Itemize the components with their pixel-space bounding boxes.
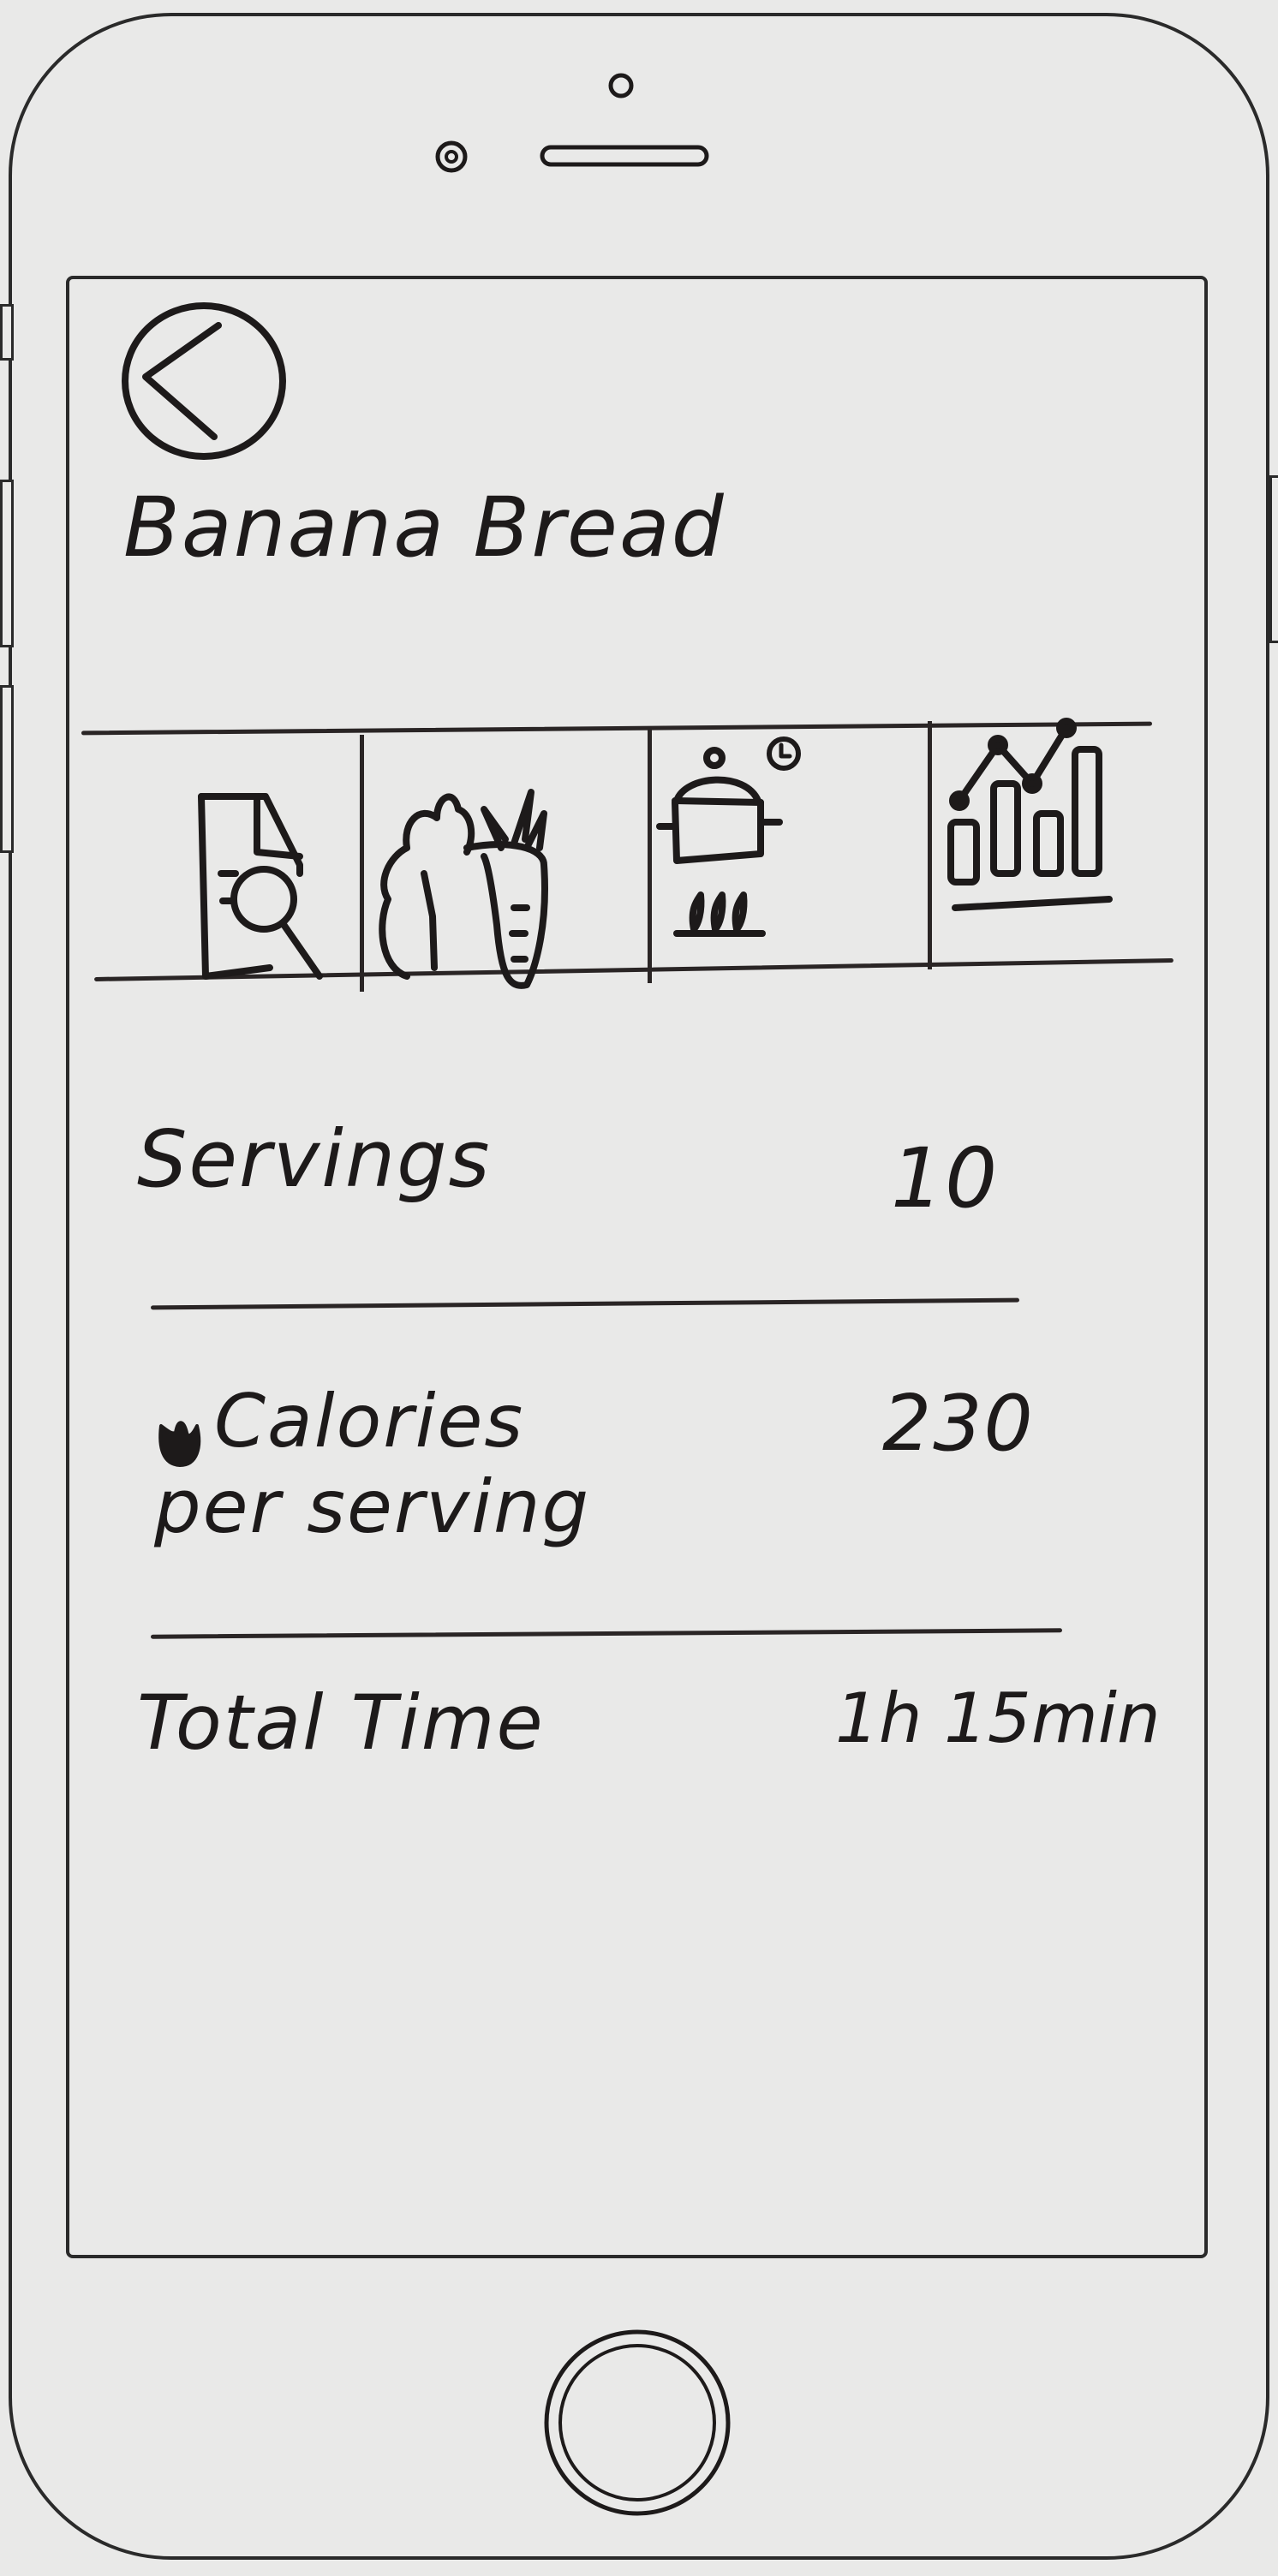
- front-camera-icon: [435, 140, 468, 173]
- volume-down-button: [0, 685, 14, 853]
- proximity-sensor: [608, 73, 634, 98]
- page-title: Banana Bread: [123, 480, 726, 575]
- tab-recipe-details[interactable]: [163, 771, 360, 980]
- tab-nutrition[interactable]: [938, 711, 1195, 951]
- cooking-pot-timer-icon: [656, 736, 801, 937]
- vegetables-icon: [379, 789, 548, 989]
- document-search-icon: [198, 793, 323, 980]
- bar-line-chart-icon: [947, 718, 1113, 911]
- calories-label-line2: per serving: [154, 1464, 591, 1550]
- total-time-value: 1h 15min: [835, 1679, 1161, 1758]
- calories-value: 230: [882, 1379, 1035, 1469]
- servings-value: 10: [891, 1130, 1000, 1226]
- timer-icon: [767, 736, 801, 771]
- silent-switch: [0, 304, 14, 361]
- back-button[interactable]: [120, 300, 291, 462]
- tab-divider: [648, 726, 652, 983]
- tab-ingredients[interactable]: [373, 754, 647, 989]
- flame-icon: [158, 1421, 201, 1467]
- speaker-grille: [540, 145, 709, 167]
- home-button[interactable]: [540, 2325, 737, 2522]
- tab-cooking[interactable]: [656, 724, 925, 963]
- servings-row: Servings 10: [137, 1113, 1062, 1233]
- power-button: [1269, 475, 1278, 643]
- tab-divider: [360, 735, 364, 992]
- volume-up-button: [0, 480, 14, 647]
- calories-label-line1: Calories: [214, 1379, 525, 1464]
- chevron-left-circle-icon: [122, 302, 286, 460]
- calories-row: Calories per serving 230: [137, 1362, 1096, 1576]
- tab-divider: [928, 721, 932, 969]
- phone-top-sensors: [435, 73, 709, 173]
- servings-label: Servings: [137, 1113, 492, 1205]
- total-time-row: Total Time 1h 15min: [137, 1679, 1182, 1798]
- total-time-label: Total Time: [137, 1679, 545, 1767]
